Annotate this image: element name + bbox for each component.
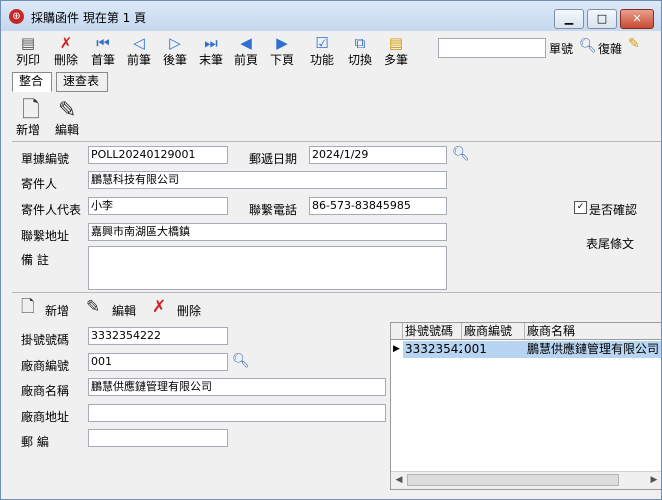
main-toolbar: ▤ 列印 ✗ 刪除 ⏮ 首筆 ◁ 前筆 ▷ 後筆 ⏭ 末筆 ◀ 前頁 ▶ 下頁 xyxy=(1,31,661,71)
function-icon: ☑ xyxy=(315,34,329,52)
switch-button[interactable]: ⧉ 切換 xyxy=(344,33,376,71)
minimize-button[interactable]: ▁ xyxy=(554,9,584,29)
address-label: 聯繫地址 xyxy=(21,229,70,243)
table-row[interactable]: ▶ 3332354222 001 鵬慧供應鏈管理有限公司 xyxy=(391,341,661,358)
function-button[interactable]: ☑ 功能 xyxy=(306,33,338,71)
vendor-lookup-icon[interactable]: 🔍︎ xyxy=(232,353,250,369)
first-record-icon: ⏮ xyxy=(96,34,110,52)
row-reg-no[interactable]: 3332354222 xyxy=(403,341,462,358)
maximize-button[interactable]: □ xyxy=(587,9,617,29)
grid-header-vendor-no[interactable]: 廠商編號 xyxy=(462,323,525,340)
tab-integrated[interactable]: 整合 xyxy=(12,72,52,92)
first-record-button[interactable]: ⏮ 首筆 xyxy=(87,33,119,71)
sender-rep-field[interactable]: 小李 xyxy=(88,197,228,215)
vendor-name-field[interactable]: 鵬慧供應鏈管理有限公司 xyxy=(88,378,386,396)
detail-grid: 掛號號碼 廠商編號 廠商名稱 ▶ 3332354222 001 鵬慧供應鏈管理有… xyxy=(390,322,661,490)
grid-horizontal-scrollbar[interactable]: ◀ ▶ xyxy=(391,471,661,489)
reg-no-label: 掛號號碼 xyxy=(21,333,70,347)
grid-header-reg-no[interactable]: 掛號號碼 xyxy=(403,323,462,340)
master-form: 單據編號 POLL20240129001 郵遞日期 2024/1/29 🔍︎ 寄… xyxy=(12,141,661,293)
exit-label[interactable]: 復雜 xyxy=(598,40,622,57)
search-icon[interactable]: 🔍︎ xyxy=(579,38,597,54)
master-edit-button[interactable]: 編輯 xyxy=(55,121,79,138)
detail-toolbar: 🗋︎ 新增 ✎ 編輯 ✗ 刪除 xyxy=(12,294,661,322)
previous-record-button[interactable]: ◁ 前筆 xyxy=(123,33,155,71)
multi-record-icon: ▤ xyxy=(388,34,404,52)
detail-delete-button[interactable]: 刪除 xyxy=(177,302,201,319)
detail-new-button[interactable]: 新增 xyxy=(45,302,69,319)
mail-date-field[interactable]: 2024/1/29 xyxy=(309,146,447,164)
next-record-button[interactable]: ▷ 後筆 xyxy=(159,33,191,71)
vendor-no-label: 廠商編號 xyxy=(21,359,70,373)
grid-header-vendor-name[interactable]: 廠商名稱 xyxy=(525,323,661,340)
scroll-left-icon[interactable]: ◀ xyxy=(391,472,407,489)
previous-page-icon: ◀ xyxy=(240,34,252,52)
master-new-button[interactable]: 新增 xyxy=(16,121,40,138)
phone-field[interactable]: 86-573-83845985 xyxy=(309,197,447,215)
next-page-icon: ▶ xyxy=(276,34,288,52)
scroll-thumb[interactable] xyxy=(407,474,619,486)
detail-new-icon[interactable]: 🗋︎ xyxy=(21,297,35,317)
app-logo-icon: ⊕ xyxy=(9,9,24,24)
vendor-name-label: 廠商名稱 xyxy=(21,384,70,398)
previous-page-button[interactable]: ◀ 前頁 xyxy=(230,33,262,71)
mail-date-label: 郵遞日期 xyxy=(249,152,298,166)
doc-number-label: 單號 xyxy=(549,42,574,56)
row-vendor-name[interactable]: 鵬慧供應鏈管理有限公司 xyxy=(525,341,661,358)
footer-terms-label[interactable]: 表尾條文 xyxy=(586,235,634,252)
print-button[interactable]: ▤ 列印 xyxy=(12,33,44,71)
delete-icon: ✗ xyxy=(59,34,73,52)
application-window: ⊕ 採購函件 現在第 1 頁 ▁ □ ✕ ▤ 列印 ✗ 刪除 ⏮ 首筆 ◁ 前筆… xyxy=(0,0,662,500)
confirm-checkbox[interactable]: ✓ xyxy=(574,201,587,214)
switch-icon: ⧉ xyxy=(354,34,366,52)
row-vendor-no[interactable]: 001 xyxy=(462,341,525,358)
detail-edit-icon[interactable]: ✎ xyxy=(86,297,100,317)
doc-number-search-input[interactable] xyxy=(438,38,546,58)
previous-record-icon: ◁ xyxy=(133,34,145,52)
doc-no-field[interactable]: POLL20240129001 xyxy=(88,146,228,164)
note-label: 備 註 xyxy=(21,253,49,267)
detail-edit-button[interactable]: 編輯 xyxy=(112,302,136,319)
next-record-icon: ▷ xyxy=(169,34,181,52)
next-page-button[interactable]: ▶ 下頁 xyxy=(266,33,298,71)
postcode-label: 郵 編 xyxy=(21,435,49,449)
detail-delete-icon[interactable]: ✗ xyxy=(152,297,166,317)
master-toolbar: 🗋︎ 新增 ✎ 編輯 xyxy=(12,97,661,141)
detail-form: 掛號號碼 3332354222 廠商編號 001 🔍︎ 廠商名稱 鵬慧供應鏈管理… xyxy=(12,322,388,490)
reg-no-field[interactable]: 3332354222 xyxy=(88,327,228,345)
vendor-addr-label: 廠商地址 xyxy=(21,410,70,424)
window-title: 採購函件 現在第 1 頁 xyxy=(31,11,147,25)
sender-field[interactable]: 鵬慧科技有限公司 xyxy=(88,171,447,189)
last-record-icon: ⏭ xyxy=(204,34,218,52)
current-row-indicator-icon: ▶ xyxy=(393,344,400,354)
row-indicator-header xyxy=(391,323,403,340)
sender-label: 寄件人 xyxy=(21,177,58,191)
note-field[interactable] xyxy=(88,246,447,290)
edit-document-icon[interactable]: ✎ xyxy=(58,99,76,123)
vendor-no-field[interactable]: 001 xyxy=(88,353,228,371)
last-record-button[interactable]: ⏭ 末筆 xyxy=(195,33,227,71)
confirm-label: 是否確認 xyxy=(589,203,638,217)
postcode-field[interactable] xyxy=(88,429,228,447)
sender-rep-label: 寄件人代表 xyxy=(21,203,82,217)
doc-no-label: 單據編號 xyxy=(21,152,70,166)
tab-quick-lookup[interactable]: 速查表 xyxy=(56,72,108,92)
title-bar: ⊕ 採購函件 現在第 1 頁 ▁ □ ✕ xyxy=(1,1,661,31)
close-button[interactable]: ✕ xyxy=(620,9,654,29)
date-picker-icon[interactable]: 🔍︎ xyxy=(452,146,470,162)
new-document-icon[interactable]: 🗋︎ xyxy=(22,99,40,123)
phone-label: 聯繫電話 xyxy=(249,203,298,217)
address-field[interactable]: 嘉興市南湖區大橋鎮 xyxy=(88,223,447,241)
scroll-right-icon[interactable]: ▶ xyxy=(646,472,661,489)
vendor-addr-field[interactable] xyxy=(88,404,386,422)
printer-icon: ▤ xyxy=(20,34,36,52)
multi-record-button[interactable]: ▤ 多筆 xyxy=(380,33,412,71)
pencil-exit-icon[interactable]: ✎ xyxy=(628,36,640,52)
delete-button[interactable]: ✗ 刪除 xyxy=(50,33,82,71)
